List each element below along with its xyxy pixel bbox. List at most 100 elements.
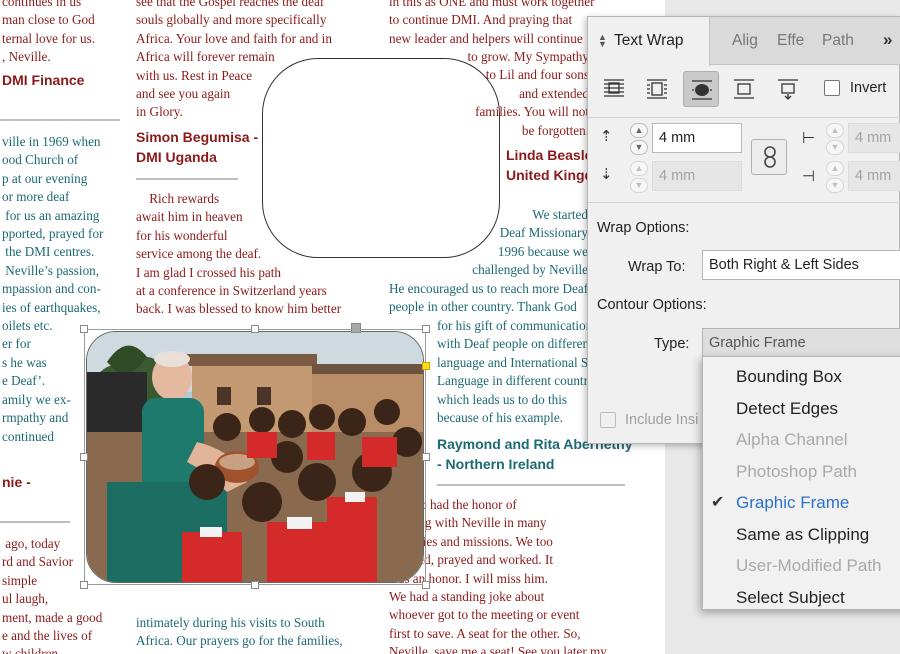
text-line: whoever got to the meeting or event	[389, 607, 580, 623]
text-line: e and the lives of	[2, 628, 93, 644]
wrap-options-label: Wrap Options:	[597, 220, 690, 236]
tab-pathfinder[interactable]: Path	[822, 32, 854, 50]
text-line: for his gift of communication	[437, 318, 593, 333]
text-line: Africa. Our prayers go for the families,	[136, 633, 343, 649]
wrap-to-select[interactable]: Both Right & Left Sides	[702, 250, 900, 280]
top-offset-icon: ⇡	[600, 128, 613, 145]
text-line: pported, prayed for	[2, 226, 104, 242]
text-line: first to save. A seat for the other. So,	[389, 625, 581, 641]
bottom-offset-stepper[interactable]: ▲ ▼	[628, 161, 648, 195]
text-line: man close to God	[2, 12, 95, 28]
menu-item-graphic-frame[interactable]: ✔ Graphic Frame	[703, 487, 900, 519]
no-wrap-icon	[604, 79, 624, 97]
text-line: back. I was blessed to know him better	[136, 301, 342, 317]
text-line: Africa. Your love and faith for and in	[136, 30, 332, 46]
text-line: nie -	[2, 474, 31, 490]
left-offset-stepper[interactable]: ▲ ▼	[824, 123, 844, 157]
text-line: continues in us	[2, 0, 82, 9]
tab-effects[interactable]: Effe	[777, 32, 804, 50]
empty-rounded-frame[interactable]	[262, 58, 500, 258]
wrap-bounding-box-button[interactable]	[639, 71, 675, 107]
menu-item-bounding-box[interactable]: Bounding Box	[703, 361, 900, 393]
checkmark-icon: ✔	[711, 494, 725, 511]
resize-handle[interactable]	[422, 325, 430, 333]
jump-next-column-icon	[778, 79, 798, 100]
right-offset-stepper[interactable]: ▲ ▼	[824, 161, 844, 195]
bottom-offset-input[interactable]: 4 mm	[652, 161, 742, 191]
text-col3-b2: He encouraged us to reach more Deaf peopl…	[389, 280, 588, 317]
divider	[437, 484, 625, 486]
text-line: ment, made a good	[2, 609, 103, 625]
left-offset-input[interactable]: 4 mm	[848, 123, 900, 153]
type-label: Type:	[654, 336, 690, 352]
menu-item-detect-edges[interactable]: Detect Edges	[703, 393, 900, 425]
text-line: with Deaf people on different	[437, 336, 593, 352]
object-shape-wrap-icon	[692, 80, 712, 100]
menu-item-label: Bounding Box	[736, 367, 842, 386]
resize-handle[interactable]	[251, 325, 259, 333]
heading-simon-begumisa: Simon Begumisa - DMI Uganda	[136, 127, 258, 167]
wrap-to-label: Wrap To:	[628, 259, 686, 275]
text-line: ood Church of	[2, 152, 79, 168]
menu-item-label: Select Subject	[736, 587, 845, 607]
jump-to-next-column-button[interactable]	[770, 71, 806, 107]
text-line: I am glad I crossed his path	[136, 264, 282, 280]
menu-item-label: Detect Edges	[736, 398, 839, 418]
tab-align[interactable]: Alig	[732, 32, 758, 50]
resize-handle[interactable]	[422, 581, 430, 589]
more-tabs-icon[interactable]: »	[883, 30, 892, 50]
heading-nie: nie -	[2, 472, 31, 492]
document-page: continues in us man close to God ternal lo…	[0, 0, 665, 654]
make-all-settings-same-button[interactable]	[751, 139, 787, 175]
top-offset-input[interactable]: 4 mm	[652, 123, 742, 153]
text-line: to grow. My Sympathy	[467, 49, 590, 64]
top-offset-stepper[interactable]: ▲ ▼	[628, 123, 648, 157]
text-line: the DMI centres.	[2, 244, 95, 260]
text-line: Neville’s passion,	[2, 262, 100, 278]
menu-item-label: Same as Clipping	[736, 524, 870, 544]
contour-type-select[interactable]: Graphic Frame	[702, 328, 900, 358]
collapse-arrows-icon[interactable]: ▲ ▼	[598, 33, 607, 49]
contour-options-label: Contour Options:	[597, 297, 707, 313]
bounding-box-wrap-icon	[647, 79, 667, 99]
text-col3-b3: for his gift of communication with Deaf p…	[437, 317, 605, 427]
text-line: ville in 1969 when	[2, 134, 101, 149]
invert-checkbox[interactable]	[824, 80, 840, 96]
no-text-wrap-button[interactable]	[596, 71, 632, 107]
text-line: because of his example.	[437, 410, 563, 426]
text-line: see that the Gospel reaches the deaf	[136, 0, 325, 9]
menu-item-select-subject[interactable]: Select Subject	[703, 582, 900, 614]
text-line: people in other country. Thank God	[389, 299, 577, 315]
wrap-object-shape-button[interactable]	[683, 71, 719, 107]
right-offset-icon: ⊣	[802, 168, 816, 185]
menu-item-same-as-clipping[interactable]: Same as Clipping	[703, 519, 900, 551]
content-grabber-handle[interactable]	[351, 323, 361, 333]
divider	[588, 117, 900, 118]
include-inside-edges-checkbox[interactable]	[600, 412, 616, 428]
text-line: in this as ONE and must work together	[389, 0, 595, 9]
left-offset-icon: ⊢	[802, 130, 816, 147]
right-offset-input[interactable]: 4 mm	[848, 161, 900, 191]
divider	[588, 202, 900, 203]
live-corner-handle[interactable]	[422, 362, 430, 370]
jump-object-icon	[734, 79, 754, 99]
text-line: mpassion and con-	[2, 281, 101, 297]
menu-item-alpha-channel: Alpha Channel	[703, 424, 900, 456]
resize-handle[interactable]	[80, 453, 88, 461]
invert-label: Invert	[850, 80, 887, 96]
tab-text-wrap[interactable]: ▲ ▼ Text Wrap	[588, 17, 710, 66]
resize-handle[interactable]	[251, 581, 259, 589]
selection-bounding-box	[84, 329, 426, 585]
heading-dmi-finance: DMI Finance	[2, 70, 84, 90]
text-col1-a: continues in us man close to God ternal lo…	[2, 0, 95, 67]
resize-handle[interactable]	[422, 453, 430, 461]
resize-handle[interactable]	[80, 325, 88, 333]
resize-handle[interactable]	[80, 581, 88, 589]
contour-type-dropdown: Bounding Box Detect Edges Alpha Channel …	[702, 356, 900, 610]
text-line: , Neville.	[2, 49, 51, 65]
menu-item-label: User-Modified Path	[736, 556, 882, 575]
text-line: for us an amazing	[2, 207, 100, 223]
text-line: w children	[2, 646, 59, 654]
jump-object-button[interactable]	[726, 71, 762, 107]
text-line: We had a standing joke about	[389, 589, 545, 605]
